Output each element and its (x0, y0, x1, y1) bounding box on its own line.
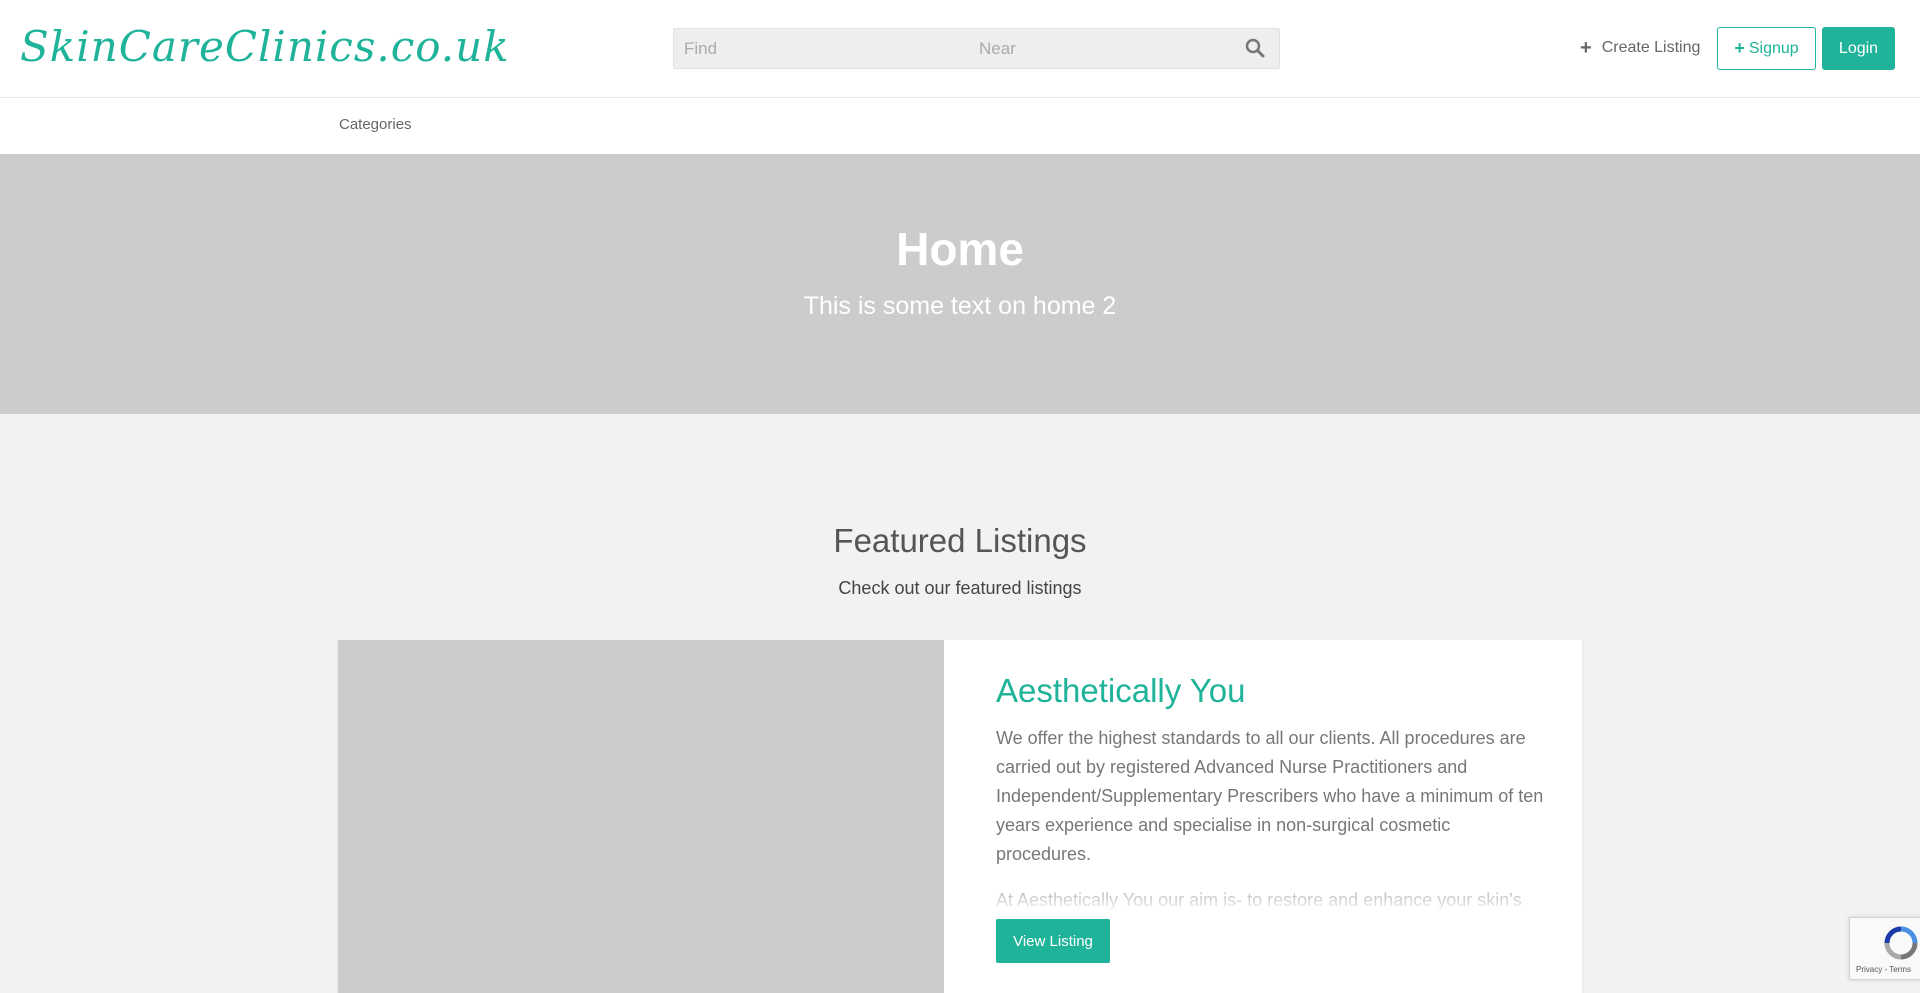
featured-listings-heading: Featured Listings (833, 522, 1087, 559)
plus-icon: + (1580, 36, 1592, 59)
search-bar (673, 28, 1280, 69)
listing-image-placeholder[interactable] (338, 640, 944, 993)
view-listing-button[interactable]: View Listing (996, 919, 1110, 963)
featured-listings-subheading: Check out our featured listings (838, 578, 1082, 598)
site-logo[interactable]: SkinCareClinics.co.uk (20, 18, 510, 74)
nav-item-categories[interactable]: Categories (339, 116, 412, 133)
search-icon[interactable] (1245, 38, 1267, 60)
login-button[interactable]: Login (1822, 27, 1895, 70)
create-listing-label: Create Listing (1601, 39, 1701, 56)
recaptcha-icon (1884, 926, 1918, 960)
hero-subtitle: This is some text on home 2 (803, 292, 1117, 320)
hero-banner: Home This is some text on home 2 (0, 154, 1920, 414)
site-header: SkinCareClinics.co.uk + Create Listing +… (0, 0, 1920, 98)
page-title: Home (896, 223, 1024, 275)
listing-description-paragraph: We offer the highest standards to all ou… (996, 728, 1544, 864)
signup-button[interactable]: + Signup (1717, 27, 1816, 70)
near-input[interactable] (969, 29, 1224, 68)
listing-description-paragraph: At Aesthetically You our aim is- to rest… (996, 890, 1522, 910)
featured-listing-card: Aesthetically You We offer the highest s… (338, 640, 1582, 993)
create-listing-link[interactable]: + Create Listing (1580, 34, 1700, 62)
find-input[interactable] (674, 29, 969, 68)
listing-description: We offer the highest standards to all ou… (996, 724, 1546, 914)
signup-label: Signup (1748, 39, 1799, 57)
recaptcha-badge[interactable]: Privacy - Terms (1849, 917, 1920, 980)
recaptcha-terms[interactable]: Privacy - Terms (1856, 965, 1911, 974)
plus-icon: + (1734, 38, 1745, 58)
listing-title[interactable]: Aesthetically You (996, 672, 1246, 710)
sub-navigation: Categories (0, 98, 1920, 154)
